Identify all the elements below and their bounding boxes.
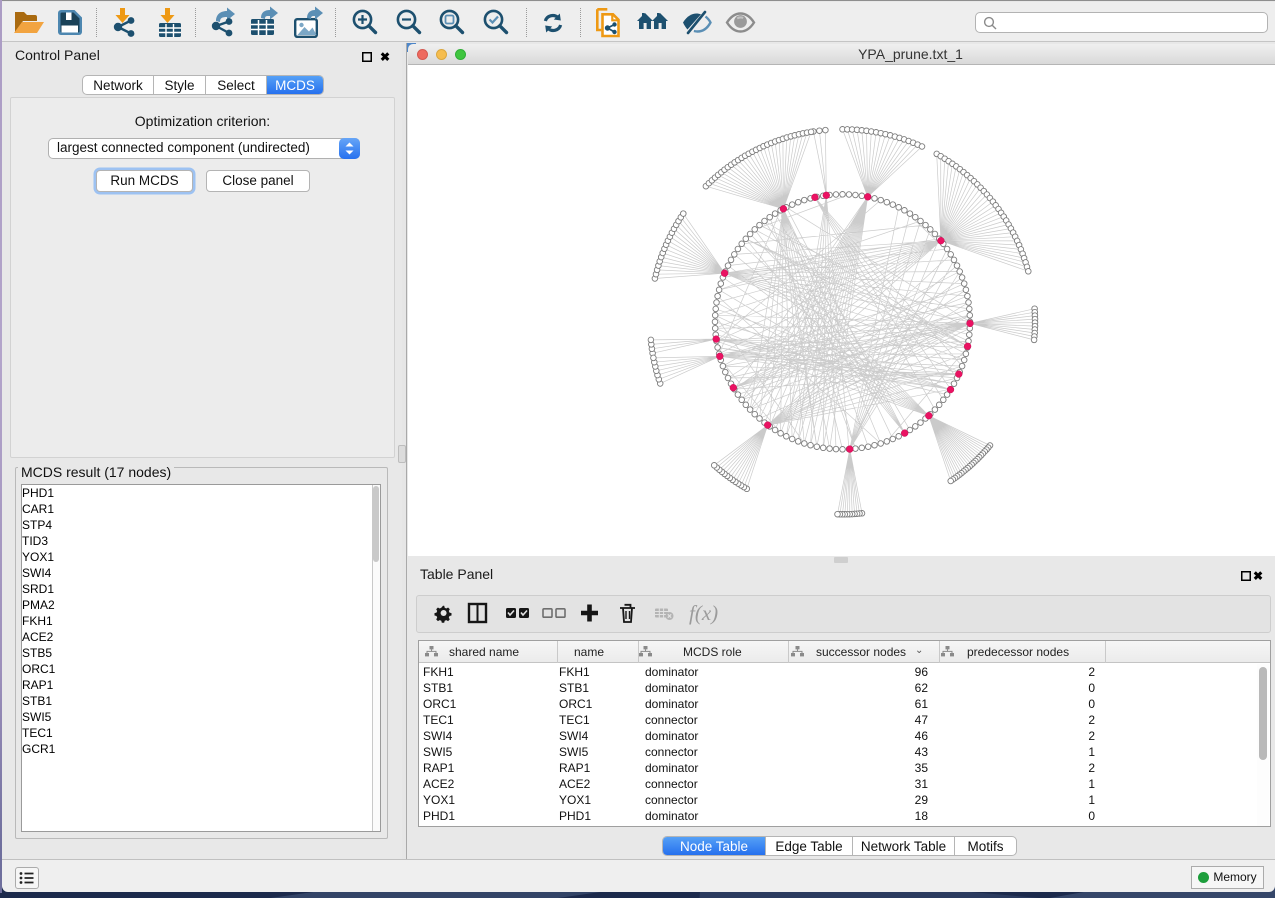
- svg-text:f(x): f(x): [689, 601, 718, 625]
